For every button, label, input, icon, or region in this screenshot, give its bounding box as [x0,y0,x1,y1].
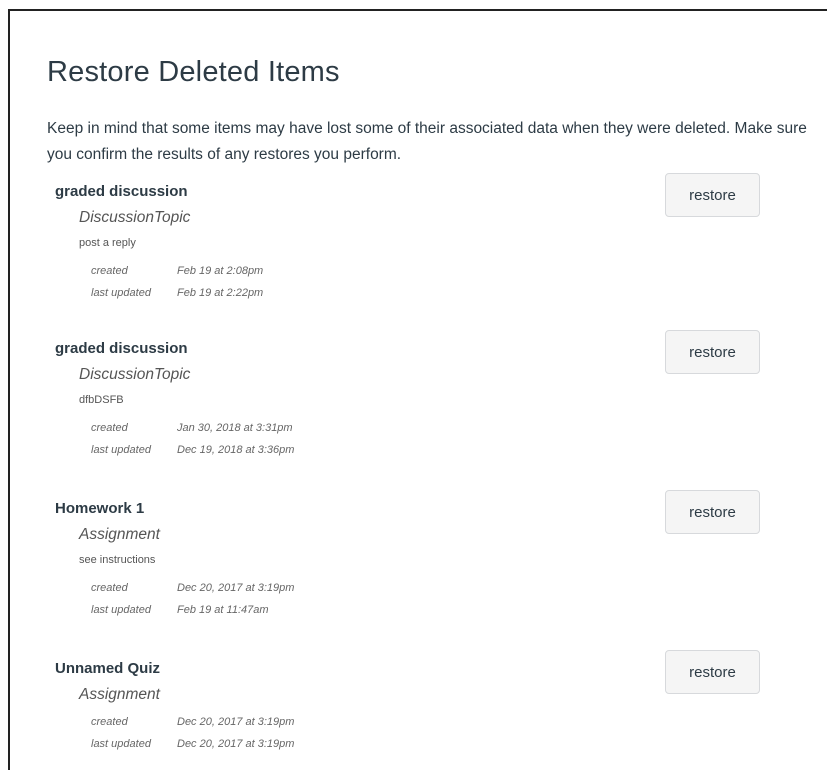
item-type: Assignment [79,526,160,543]
item-description: see instructions [79,554,156,566]
last-updated-value: Dec 20, 2017 at 3:19pm [177,738,295,750]
item-type: DiscussionTopic [79,209,191,226]
created-value: Jan 30, 2018 at 3:31pm [177,422,293,434]
item-created: created Dec 20, 2017 at 3:19pm [91,582,294,594]
item-title: graded discussion [55,340,188,357]
item-title: graded discussion [55,183,188,200]
item-title: Unnamed Quiz [55,660,161,677]
last-updated-value: Feb 19 at 2:22pm [177,287,264,299]
restore-button[interactable]: restore [665,490,760,534]
item-type: Assignment [79,686,160,703]
restore-button[interactable]: restore [665,173,760,217]
item-created: created Jan 30, 2018 at 3:31pm [91,422,293,434]
item-description: dfbDSFB [79,394,124,406]
last-updated-label: last updated [91,444,151,456]
last-updated-label: last updated [91,738,151,750]
created-label: created [91,422,128,434]
item-last-updated: last updated Feb 19 at 2:22pm [91,287,263,299]
item-last-updated: last updated Dec 20, 2017 at 3:19pm [91,738,294,750]
last-updated-label: last updated [91,604,151,616]
last-updated-value: Feb 19 at 11:47am [177,604,269,616]
item-created: created Dec 20, 2017 at 3:19pm [91,716,294,728]
page-title: Restore Deleted Items [47,56,340,88]
item-last-updated: last updated Dec 19, 2018 at 3:36pm [91,444,294,456]
restore-button[interactable]: restore [665,330,760,374]
last-updated-label: last updated [91,287,151,299]
item-title: Homework 1 [55,500,145,517]
item-created: created Feb 19 at 2:08pm [91,265,263,277]
item-last-updated: last updated Feb 19 at 11:47am [91,604,269,616]
created-label: created [91,582,128,594]
created-value: Dec 20, 2017 at 3:19pm [177,582,295,594]
created-label: created [91,716,128,728]
created-label: created [91,265,128,277]
created-value: Feb 19 at 2:08pm [177,265,264,277]
item-type: DiscussionTopic [79,366,191,383]
intro-text: Keep in mind that some items may have lo… [47,120,807,163]
restore-button[interactable]: restore [665,650,760,694]
item-description: post a reply [79,237,136,249]
last-updated-value: Dec 19, 2018 at 3:36pm [177,444,295,456]
created-value: Dec 20, 2017 at 3:19pm [177,716,295,728]
